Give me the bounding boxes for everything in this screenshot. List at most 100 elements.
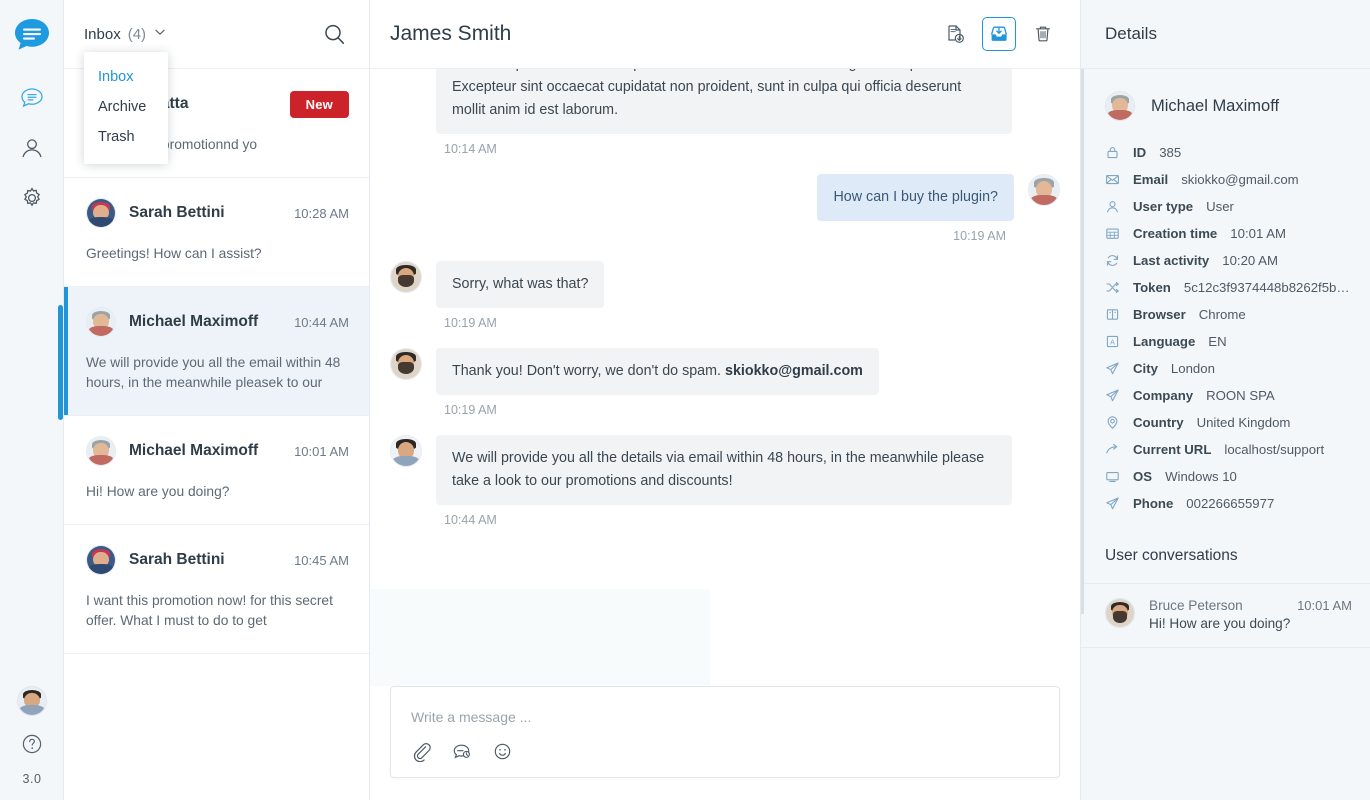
details-panel: Details Michael Maximoff	[1080, 0, 1370, 800]
message-bubble: Sorry, what was that?	[436, 261, 604, 308]
sidebar-item-conversations[interactable]	[16, 82, 48, 114]
message-row: How can I buy the plugin?	[390, 174, 1060, 221]
list-item-name: Sarah Bettini	[129, 551, 281, 569]
dropdown-item-trash[interactable]: Trash	[84, 122, 168, 152]
detail-key: Creation time	[1133, 226, 1217, 241]
user-conversation-item[interactable]: Bruce Peterson 10:01 AM Hi! How are you …	[1081, 583, 1370, 648]
message-bubble: How can I buy the plugin?	[817, 174, 1014, 221]
composer-toolbar	[411, 741, 1039, 762]
send-icon	[1105, 361, 1120, 376]
detail-row-phone: Phone 002266655977	[1105, 490, 1360, 517]
message-row: Sorry, what was that?	[390, 261, 1060, 308]
avatar	[390, 435, 422, 467]
avatar	[1105, 91, 1135, 121]
message-input[interactable]: Write a message ...	[411, 709, 1039, 725]
detail-row-country: Country United Kingdom	[1105, 409, 1360, 436]
detail-row-language: A Language EN	[1105, 328, 1360, 355]
calendar-icon	[1105, 226, 1120, 241]
list-item-time: 10:44 AM	[294, 315, 349, 330]
detail-value: Windows 10	[1165, 469, 1237, 484]
rail-nav	[16, 82, 48, 214]
list-item-preview: Greetings! How can I assist?	[86, 244, 349, 264]
details-user: Michael Maximoff	[1081, 69, 1370, 139]
detail-key: Browser	[1133, 307, 1186, 322]
avatar	[86, 307, 116, 337]
shuffle-icon	[1105, 280, 1120, 295]
detail-key: Current URL	[1133, 442, 1211, 457]
saved-reply-icon[interactable]	[450, 741, 474, 762]
detail-value: London	[1171, 361, 1215, 376]
details-title: Details	[1105, 24, 1157, 44]
location-pin-icon	[1105, 415, 1120, 430]
detail-key: Token	[1133, 280, 1171, 295]
sidebar-item-users[interactable]	[16, 132, 48, 164]
detail-value: 5c12c3f9374448b8262f5b…	[1184, 280, 1350, 295]
detail-value: EN	[1208, 334, 1226, 349]
avatar	[86, 198, 116, 228]
help-icon[interactable]	[16, 728, 48, 760]
list-item[interactable]: Sarah Bettini 10:45 AM I want this promo…	[64, 525, 369, 654]
list-item-name: Michael Maximoff	[129, 442, 281, 460]
status-badge: New	[290, 91, 349, 118]
details-user-name: Michael Maximoff	[1151, 97, 1279, 116]
message-list[interactable]: dolor in reprehenderit in voluptate veli…	[370, 69, 1080, 686]
app-root: 3.0 Inbox (4) Inbox Archive Trash	[0, 0, 1370, 800]
avatar	[390, 348, 422, 380]
archive-icon[interactable]	[982, 17, 1016, 51]
folder-selector[interactable]: Inbox (4)	[84, 25, 167, 44]
language-icon: A	[1105, 334, 1120, 349]
detail-key: City	[1133, 361, 1158, 376]
detail-value: skiokko@gmail.com	[1181, 172, 1298, 187]
trash-icon[interactable]	[1026, 17, 1060, 51]
message-composer[interactable]: Write a message ...	[390, 686, 1060, 778]
list-item[interactable]: Michael Maximoff 10:01 AM Hi! How are yo…	[64, 416, 369, 525]
list-item[interactable]: Sarah Bettini 10:28 AM Greetings! How ca…	[64, 178, 369, 287]
detail-key: Email	[1133, 172, 1168, 187]
dropdown-item-inbox[interactable]: Inbox	[84, 62, 168, 92]
list-item-name: Sarah Bettini	[129, 204, 281, 222]
detail-value: 002266655977	[1186, 496, 1274, 511]
detail-value: 10:01 AM	[1230, 226, 1286, 241]
folder-count: (4)	[128, 26, 146, 43]
avatar	[1105, 598, 1135, 628]
detail-row-creation-time: Creation time 10:01 AM	[1105, 220, 1360, 247]
chat-panel: James Smith	[370, 0, 1080, 800]
list-item-preview: We will provide you all the email within…	[86, 353, 349, 393]
browser-icon	[1105, 307, 1120, 322]
list-item-name: Michael Maximoff	[129, 313, 281, 331]
current-user-avatar[interactable]	[17, 686, 47, 716]
paperclip-icon[interactable]	[411, 741, 432, 762]
detail-row-company: Company ROON SPA	[1105, 382, 1360, 409]
detail-row-city: City London	[1105, 355, 1360, 382]
sidebar-item-settings[interactable]	[16, 182, 48, 214]
detail-key: ID	[1133, 145, 1146, 160]
send-icon	[1105, 388, 1120, 403]
version-label: 3.0	[23, 772, 42, 786]
monitor-icon	[1105, 469, 1120, 484]
search-icon[interactable]	[322, 22, 347, 47]
dropdown-item-archive[interactable]: Archive	[84, 92, 168, 122]
list-item-time: 10:01 AM	[294, 444, 349, 459]
export-transcript-icon[interactable]	[938, 17, 972, 51]
folder-dropdown-menu[interactable]: Inbox Archive Trash	[84, 52, 168, 164]
conversation-list-panel: Inbox (4) Inbox Archive Trash	[64, 0, 370, 800]
message-timestamp: 10:19 AM	[444, 316, 1060, 330]
left-icon-rail: 3.0	[0, 0, 64, 800]
message-timestamp: 10:19 AM	[390, 229, 1060, 243]
envelope-icon	[1105, 172, 1120, 187]
list-item-time: 10:45 AM	[294, 553, 349, 568]
svg-text:A: A	[1110, 339, 1115, 346]
detail-value: United Kingdom	[1197, 415, 1291, 430]
send-icon	[1105, 496, 1120, 511]
rail-scrollbar-thumb[interactable]	[58, 305, 63, 420]
chat-logo-icon[interactable]	[12, 16, 52, 56]
message-email: skiokko@gmail.com	[725, 363, 863, 379]
details-scrollbar-thumb[interactable]	[1081, 69, 1084, 614]
emoji-icon[interactable]	[492, 741, 513, 762]
avatar	[86, 545, 116, 575]
chat-header: James Smith	[370, 0, 1080, 69]
message-bubble: We will provide you all the details via …	[436, 435, 1012, 505]
user-conversation-time: 10:01 AM	[1297, 598, 1352, 613]
list-item[interactable]: Michael Maximoff 10:44 AM We will provid…	[64, 287, 369, 416]
user-conversation-name: Bruce Peterson	[1149, 598, 1243, 613]
